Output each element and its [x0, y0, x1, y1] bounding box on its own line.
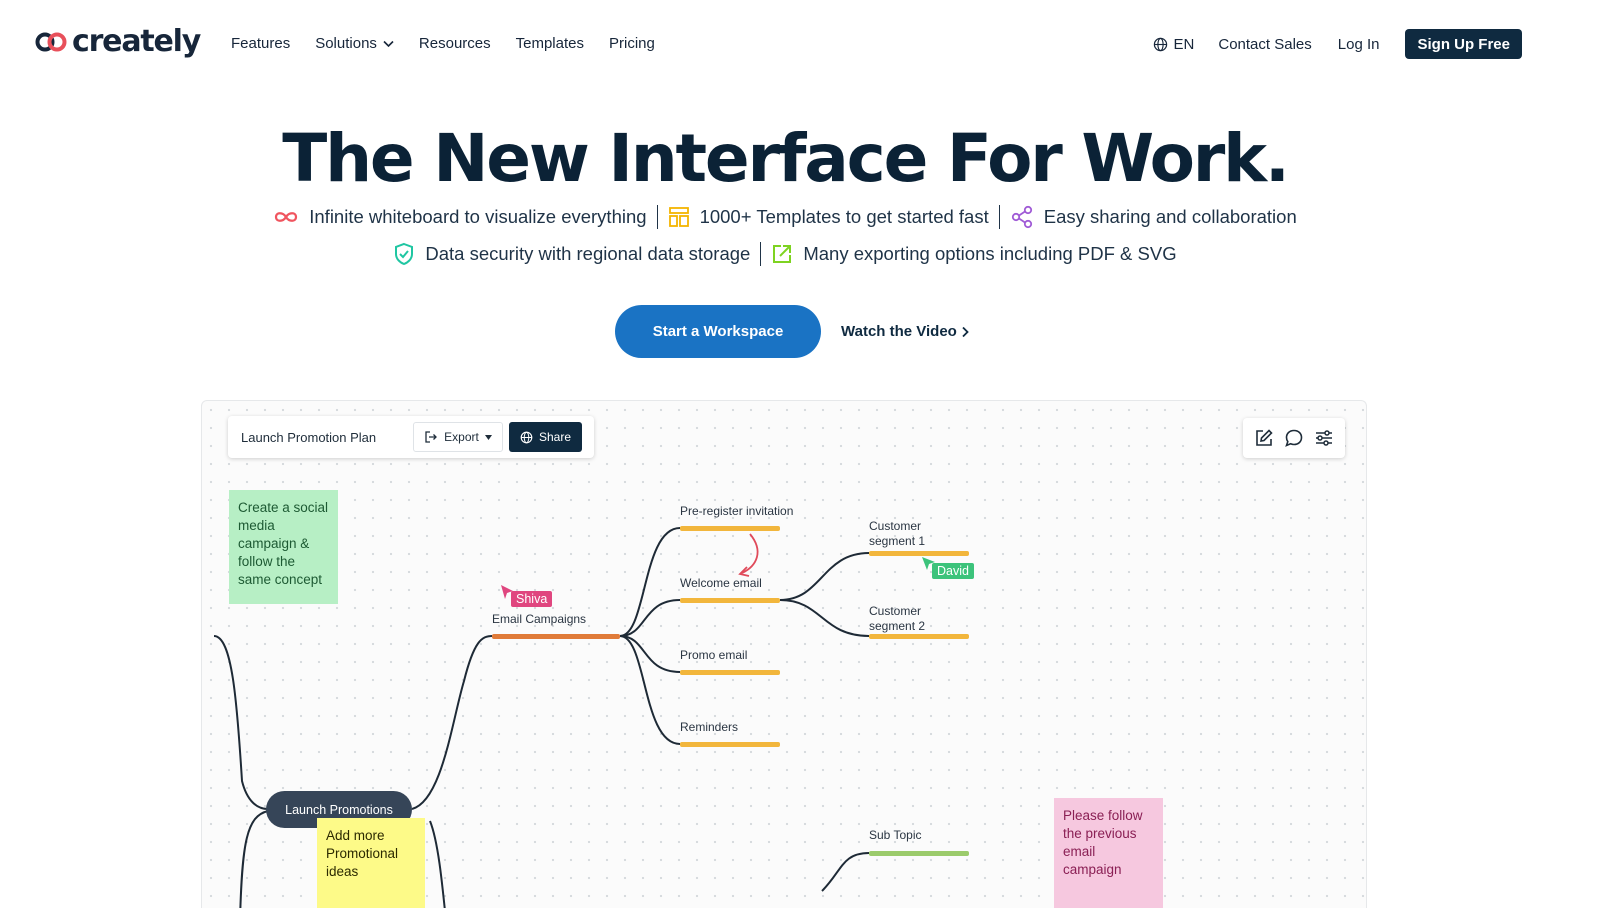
watch-video-link[interactable]: Watch the Video [841, 323, 969, 340]
logo-mark-icon [35, 32, 67, 51]
globe-icon [520, 431, 533, 443]
nav-right: EN Contact Sales Log In Sign Up Free [1153, 29, 1522, 59]
feature-security-text: Data security with regional data storage [425, 243, 751, 264]
feature-row-1: Infinite whiteboard to visualize everyth… [0, 205, 1570, 229]
export-icon [773, 245, 792, 263]
shield-icon [395, 242, 414, 266]
nav-solutions[interactable]: Solutions [315, 35, 394, 52]
language-selector[interactable]: EN [1153, 35, 1195, 53]
feature-divider [760, 242, 762, 266]
node-pre-register[interactable]: Pre-register invitation [680, 504, 793, 519]
chevron-down-icon [383, 40, 394, 47]
logo-text: creately [72, 24, 201, 59]
feature-templates: 1000+ Templates to get started fast [668, 206, 989, 228]
settings-sliders-icon[interactable] [1314, 428, 1334, 448]
segment-2-line1: Customer [869, 604, 922, 618]
segment-1-line2: segment 1 [869, 534, 926, 548]
feature-templates-text: 1000+ Templates to get started fast [699, 206, 989, 227]
export-file-icon [425, 431, 438, 443]
export-button[interactable]: Export [413, 422, 503, 452]
node-reminders[interactable]: Reminders [680, 720, 738, 735]
node-welcome-email[interactable]: Welcome email [680, 576, 762, 591]
feature-whiteboard: Infinite whiteboard to visualize everyth… [273, 206, 647, 228]
sticky-note-green[interactable]: Create a social media campaign & follow … [229, 490, 338, 604]
nav-resources[interactable]: Resources [419, 35, 491, 52]
node-segment-2[interactable]: Customer segment 2 [869, 604, 925, 634]
node-promo-email[interactable]: Promo email [680, 648, 747, 663]
nav-links: Features Solutions Resources Templates P… [231, 35, 680, 52]
language-label: EN [1173, 35, 1195, 53]
nav-solutions-label: Solutions [315, 35, 377, 52]
caret-down-icon [484, 434, 492, 440]
share-button[interactable]: Share [509, 422, 582, 452]
contact-sales-link[interactable]: Contact Sales [1218, 36, 1311, 53]
feature-export-text: Many exporting options including PDF & S… [803, 243, 1177, 264]
node-sub-topic[interactable]: Sub Topic [869, 828, 921, 843]
segment-2-line2: segment 2 [869, 619, 926, 633]
cta-row: Start a Workspace Watch the Video [615, 305, 969, 358]
signup-button[interactable]: Sign Up Free [1405, 29, 1522, 59]
start-workspace-button[interactable]: Start a Workspace [615, 305, 821, 358]
feature-sharing: Easy sharing and collaboration [1010, 205, 1297, 229]
feature-divider [656, 205, 658, 229]
collaborator-cursor-david: David [932, 563, 974, 579]
templates-icon [668, 207, 689, 227]
creately-logo[interactable]: creately [34, 24, 201, 59]
feature-security: Data security with regional data storage [393, 242, 750, 266]
hero-title: The New Interface For Work. [282, 120, 1290, 197]
comment-icon[interactable] [1284, 428, 1304, 448]
feature-row-2: Data security with regional data storage… [0, 242, 1570, 266]
export-label: Export [444, 430, 479, 444]
collaborator-cursor-shiva: Shiva [511, 591, 553, 607]
share-label: Share [538, 430, 572, 444]
nav-templates[interactable]: Templates [516, 35, 584, 52]
node-email-campaigns[interactable]: Email Campaigns [492, 612, 586, 627]
nav-features[interactable]: Features [231, 35, 290, 52]
feature-divider [998, 205, 1000, 229]
nav-pricing[interactable]: Pricing [609, 35, 655, 52]
segment-1-line1: Customer [869, 519, 922, 533]
canvas-tools [1243, 418, 1345, 458]
feature-whiteboard-text: Infinite whiteboard to visualize everyth… [309, 206, 647, 227]
login-link[interactable]: Log In [1338, 36, 1380, 53]
sticky-note-pink[interactable]: Please follow the previous email campaig… [1054, 798, 1163, 908]
canvas-toolbar: Launch Promotion Plan Export Share [228, 416, 594, 458]
chevron-right-icon [962, 326, 969, 337]
watch-video-label: Watch the Video [841, 323, 957, 340]
feature-sharing-text: Easy sharing and collaboration [1043, 206, 1297, 227]
feature-export: Many exporting options including PDF & S… [771, 243, 1177, 265]
globe-icon [1153, 37, 1167, 51]
node-segment-1[interactable]: Customer segment 1 [869, 519, 925, 549]
top-nav: creately Features Solutions Resources Te… [0, 0, 1604, 88]
document-title[interactable]: Launch Promotion Plan [241, 430, 413, 445]
infinity-icon [275, 212, 298, 222]
sticky-note-yellow[interactable]: Add more Promotional ideas [317, 818, 425, 908]
demo-canvas: Launch Promotion Plan Export Share Creat… [201, 400, 1367, 908]
share-icon [1011, 205, 1032, 229]
edit-icon[interactable] [1254, 428, 1274, 448]
